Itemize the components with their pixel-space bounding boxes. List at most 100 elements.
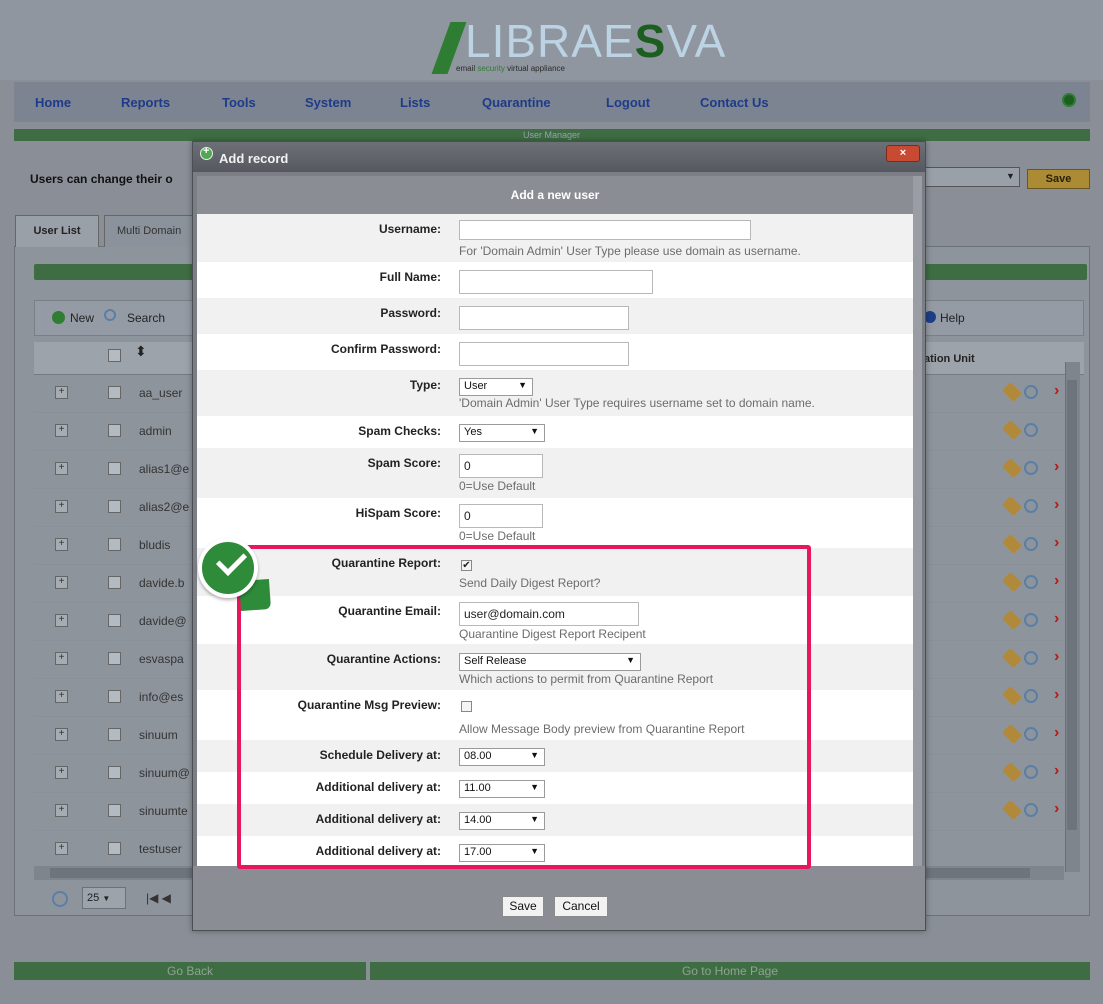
row-checkbox[interactable] — [108, 538, 121, 551]
pencil-icon[interactable] — [1002, 800, 1022, 820]
dialog-scrollbar[interactable] — [913, 176, 922, 866]
confirm-password-input[interactable] — [459, 342, 629, 366]
row-checkbox[interactable] — [108, 614, 121, 627]
settings-save-button[interactable]: Save — [1027, 169, 1090, 189]
row-checkbox[interactable] — [108, 842, 121, 855]
row-checkbox[interactable] — [108, 804, 121, 817]
tab-user-list[interactable]: User List — [15, 215, 99, 247]
delete-icon[interactable]: › — [1054, 800, 1059, 818]
pencil-icon[interactable] — [1002, 762, 1022, 782]
full-name-input[interactable] — [459, 270, 653, 294]
nav-home[interactable]: Home — [35, 95, 71, 110]
column-organization-unit[interactable]: ation Unit — [924, 353, 975, 365]
magnifier-icon[interactable] — [1024, 651, 1038, 665]
magnifier-icon[interactable] — [1024, 689, 1038, 703]
delete-icon[interactable]: › — [1054, 382, 1059, 400]
row-checkbox[interactable] — [108, 386, 121, 399]
pencil-icon[interactable] — [1002, 610, 1022, 630]
delete-icon[interactable]: › — [1054, 534, 1059, 552]
delete-icon[interactable]: › — [1054, 762, 1059, 780]
help-button[interactable]: Help — [940, 311, 965, 325]
nav-reports[interactable]: Reports — [121, 95, 170, 110]
pencil-icon[interactable] — [1002, 382, 1022, 402]
go-back-button[interactable]: Go Back — [14, 964, 366, 978]
expand-icon[interactable]: + — [55, 766, 68, 779]
dialog-titlebar[interactable] — [193, 142, 925, 172]
delete-icon[interactable]: › — [1054, 572, 1059, 590]
magnifier-icon[interactable] — [1024, 765, 1038, 779]
pencil-icon[interactable] — [1002, 458, 1022, 478]
search-button[interactable]: Search — [127, 311, 165, 325]
magnifier-icon[interactable] — [1024, 385, 1038, 399]
username-input[interactable] — [459, 220, 751, 240]
delete-icon[interactable]: › — [1054, 496, 1059, 514]
row-checkbox[interactable] — [108, 728, 121, 741]
pager-first-prev[interactable]: |◀ ◀ — [146, 891, 171, 905]
go-home-button[interactable]: Go to Home Page — [370, 964, 1090, 978]
spam-checks-select[interactable]: Yes ▼ — [459, 424, 545, 442]
expand-icon[interactable]: + — [55, 462, 68, 475]
expand-icon[interactable]: + — [55, 386, 68, 399]
pager-search-icon[interactable] — [52, 891, 68, 907]
new-button[interactable]: New — [70, 311, 94, 325]
expand-icon[interactable]: + — [55, 614, 68, 627]
select-all-checkbox[interactable] — [108, 349, 121, 362]
nav-contact-us[interactable]: Contact Us — [700, 95, 769, 110]
expand-icon[interactable]: + — [55, 500, 68, 513]
expand-icon[interactable]: + — [55, 652, 68, 665]
row-checkbox[interactable] — [108, 652, 121, 665]
save-button[interactable]: Save — [502, 896, 544, 917]
expand-icon[interactable]: + — [55, 690, 68, 703]
pencil-icon[interactable] — [1002, 534, 1022, 554]
pencil-icon[interactable] — [1002, 420, 1022, 440]
pencil-icon[interactable] — [1002, 724, 1022, 744]
delete-icon[interactable]: › — [1054, 648, 1059, 666]
delete-icon[interactable]: › — [1054, 610, 1059, 628]
add-icon[interactable] — [52, 311, 65, 324]
status-icon[interactable] — [1062, 93, 1076, 107]
tab-multi-domain[interactable]: Multi Domain — [104, 215, 196, 247]
spam-score-input[interactable] — [459, 454, 543, 478]
type-select[interactable]: User ▼ — [459, 378, 533, 396]
search-icon[interactable] — [104, 309, 116, 321]
hispam-score-input[interactable] — [459, 504, 543, 528]
row-checkbox[interactable] — [108, 462, 121, 475]
cancel-button[interactable]: Cancel — [554, 896, 608, 917]
page-size-select[interactable]: 25 ▼ — [82, 887, 126, 909]
magnifier-icon[interactable] — [1024, 499, 1038, 513]
expand-icon[interactable]: + — [55, 728, 68, 741]
nav-tools[interactable]: Tools — [222, 95, 256, 110]
magnifier-icon[interactable] — [1024, 575, 1038, 589]
pencil-icon[interactable] — [1002, 648, 1022, 668]
row-checkbox[interactable] — [108, 424, 121, 437]
magnifier-icon[interactable] — [1024, 423, 1038, 437]
expand-icon[interactable]: + — [55, 576, 68, 589]
delete-icon[interactable]: › — [1054, 458, 1059, 476]
grid-vertical-scroll-thumb[interactable] — [1067, 380, 1077, 830]
nav-lists[interactable]: Lists — [400, 95, 430, 110]
magnifier-icon[interactable] — [1024, 727, 1038, 741]
pencil-icon[interactable] — [1002, 572, 1022, 592]
expand-icon[interactable]: + — [55, 538, 68, 551]
magnifier-icon[interactable] — [1024, 537, 1038, 551]
nav-logout[interactable]: Logout — [606, 95, 650, 110]
row-checkbox[interactable] — [108, 766, 121, 779]
dialog-close-button[interactable]: × — [886, 145, 920, 162]
row-checkbox[interactable] — [108, 576, 121, 589]
delete-icon[interactable]: › — [1054, 686, 1059, 704]
expand-icon[interactable]: + — [55, 804, 68, 817]
row-checkbox[interactable] — [108, 690, 121, 703]
password-input[interactable] — [459, 306, 629, 330]
delete-icon[interactable]: › — [1054, 724, 1059, 742]
magnifier-icon[interactable] — [1024, 803, 1038, 817]
expand-icon[interactable]: + — [55, 424, 68, 437]
pencil-icon[interactable] — [1002, 496, 1022, 516]
nav-system[interactable]: System — [305, 95, 351, 110]
magnifier-icon[interactable] — [1024, 613, 1038, 627]
pencil-icon[interactable] — [1002, 686, 1022, 706]
nav-quarantine[interactable]: Quarantine — [482, 95, 551, 110]
sort-icon[interactable]: ⬍ — [135, 343, 147, 360]
row-checkbox[interactable] — [108, 500, 121, 513]
magnifier-icon[interactable] — [1024, 461, 1038, 475]
expand-icon[interactable]: + — [55, 842, 68, 855]
